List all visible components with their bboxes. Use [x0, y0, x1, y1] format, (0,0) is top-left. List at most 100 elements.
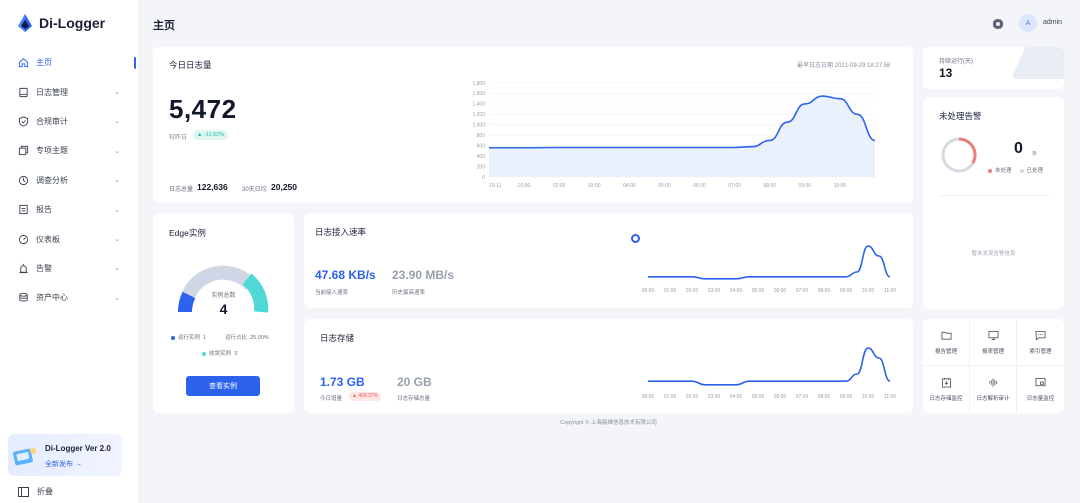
x-tick-label: 08:00: [763, 183, 776, 189]
y-tick-label: 200: [477, 164, 486, 170]
area-fill: [489, 96, 875, 177]
sidebar-item-label: 告警: [36, 263, 52, 273]
database-icon: [18, 292, 29, 303]
sidebar-item-compliance-audit[interactable]: 合规审计 ⌄: [0, 107, 138, 136]
x-tick-label: 06:00: [693, 183, 706, 189]
quick-link-parse-audit[interactable]: 日志解析审计: [970, 366, 1017, 413]
live-indicator-icon: [631, 234, 640, 243]
analysis-icon: [18, 175, 29, 186]
alarm-card: 未处理告警: [923, 97, 1064, 309]
version-promo[interactable]: Di-Logger Ver 2.0 全新发布 →: [8, 434, 122, 476]
compare-label: 较昨日: [169, 135, 188, 141]
sidebar-item-label: 日志管理: [36, 87, 68, 97]
sidebar-item-label: 仪表板: [36, 234, 60, 244]
user-name[interactable]: admin: [1043, 19, 1062, 26]
total-value: 122,636: [197, 182, 228, 192]
x-tick-label: 03:00: [708, 288, 721, 294]
series-line: [648, 347, 891, 386]
chevron-down-icon: ⌄: [114, 236, 120, 244]
quick-link-storage-monitor[interactable]: 日志存储监控: [923, 366, 970, 413]
x-tick-label: 01:00: [664, 288, 677, 294]
sidebar-item-dashboard[interactable]: 仪表板 ⌄: [0, 224, 138, 253]
legend-running: 运行实例 1: [171, 333, 206, 341]
uptime-decoration: [1010, 47, 1064, 79]
y-tick-label: 600: [477, 143, 486, 149]
y-tick-label: 1,000: [472, 123, 485, 129]
x-tick-label: 11:00: [884, 288, 896, 294]
uptime-card: 持续运行(天) 13: [923, 47, 1064, 89]
x-tick-label: 07:00: [796, 288, 809, 294]
x-tick-label: 03:00: [708, 394, 721, 400]
y-tick-label: 1,400: [472, 102, 485, 108]
alarm-ring-chart: [941, 137, 977, 173]
dashboard-icon: [18, 234, 29, 245]
sidebar-item-alarms[interactable]: 告警 ⌄: [0, 254, 138, 283]
waveform-icon: [988, 378, 997, 387]
view-instances-button[interactable]: 查看实例: [186, 376, 260, 396]
app-name: Di-Logger: [39, 15, 106, 31]
sidebar-item-log-management[interactable]: 日志管理 ⌄: [0, 77, 138, 106]
chevron-down-icon: ⌄: [114, 147, 120, 155]
x-tick-label: 09:00: [840, 394, 853, 400]
sidebar-item-label: 报告: [36, 205, 52, 215]
quick-link-index-management[interactable]: 索引管理: [1017, 319, 1064, 366]
monitor-icon: [988, 330, 998, 340]
topic-icon: [18, 145, 29, 156]
x-tick-label: 09:00: [840, 288, 853, 294]
x-tick-label: 11:00: [884, 394, 896, 400]
avatar[interactable]: A: [1019, 14, 1037, 32]
legend-unprocessed: 未处理: [988, 166, 1012, 174]
avg-label: 30天日均: [242, 187, 267, 193]
quick-link-volume-monitor[interactable]: 日志量监控: [1017, 366, 1064, 413]
legend-pending: 收敛实例 3: [202, 349, 237, 357]
current-rate-label: 当前接入速率: [315, 290, 349, 296]
y-tick-label: 0: [482, 175, 485, 181]
card-title: 日志接入速率: [315, 227, 367, 237]
x-tick-label: 09:00: [799, 183, 812, 189]
today-logs-chart: 1,800 1,600 1,400 1,200 1,000 800 600 400 200 0 10…: [472, 81, 876, 189]
sidebar-item-asset-center[interactable]: 资产中心 ⌄: [0, 283, 138, 312]
y-tick-label: 1,800: [472, 81, 485, 87]
app-logo[interactable]: Di-Logger: [17, 14, 105, 32]
quick-link-report-management[interactable]: 报告管理: [923, 319, 970, 366]
card-title: Edge实例: [169, 228, 206, 238]
y-tick-label: 400: [477, 154, 486, 160]
sidebar-item-label: 合规审计: [36, 116, 68, 126]
card-title: 今日日志量: [169, 60, 212, 70]
x-tick-label: 10-11: [489, 183, 502, 189]
peak-rate-label: 历史最高速率: [392, 290, 426, 296]
gauge-value: 4: [219, 301, 228, 317]
sidebar: Di-Logger 主页 日志管理 ⌄ 合规审计 ⌄ 专项主题 ⌄ 调查分析 ⌄: [0, 0, 138, 503]
gauge-label: 实例总数: [211, 293, 236, 299]
quick-links-card: 报告管理 报表管理 索引管理 日志存储监控 日志解析审计 日志量监控: [923, 319, 1064, 413]
promo-link[interactable]: 全新发布 →: [45, 459, 82, 469]
x-tick-label: 03:00: [588, 183, 601, 189]
gear-icon[interactable]: [992, 18, 1004, 30]
alarm-icon: [18, 263, 29, 274]
y-tick-label: 1,600: [472, 91, 485, 97]
quick-links-grid: 报告管理 报表管理 索引管理 日志存储监控 日志解析审计 日志量监控: [923, 319, 1064, 413]
x-tick-label: 00:00: [642, 288, 655, 294]
sidebar-item-investigation[interactable]: 调查分析 ⌄: [0, 166, 138, 195]
alarm-count: 0: [1014, 140, 1023, 157]
collapse-button[interactable]: 折叠: [18, 486, 53, 497]
x-tick-label: 04:00: [730, 288, 743, 294]
quick-link-chart-management[interactable]: 报表管理: [970, 319, 1017, 366]
volume-monitor-icon: [1035, 377, 1046, 387]
x-tick-label: 04:00: [730, 394, 743, 400]
sidebar-item-home[interactable]: 主页: [0, 48, 138, 77]
total-label: 日志总量: [169, 187, 194, 193]
x-tick-label: 06:00: [774, 394, 787, 400]
collapse-label: 折叠: [37, 487, 53, 496]
footer-copyright: Copyright © 上海晨维信息技术有限公司: [560, 420, 657, 426]
y-tick-label: 1,200: [472, 112, 485, 118]
page-title: 主页: [153, 20, 175, 32]
x-tick-label: 08:00: [818, 394, 831, 400]
sidebar-item-reports[interactable]: 报告 ⌄: [0, 195, 138, 224]
uptime-value: 13: [939, 66, 953, 80]
y-tick-label: 800: [477, 133, 486, 139]
sidebar-item-special-topics[interactable]: 专项主题 ⌄: [0, 136, 138, 165]
legend-ratio: 运行占比 25.00%: [225, 335, 269, 341]
total-storage-label: 日志存储总量: [397, 396, 431, 402]
today-log-count: 5,472: [169, 94, 237, 124]
